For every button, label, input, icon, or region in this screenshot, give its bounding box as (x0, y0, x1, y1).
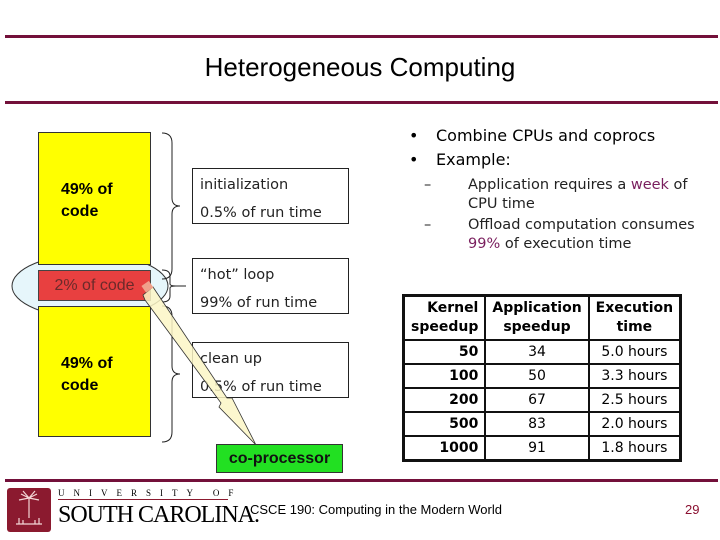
table-row: 500 83 2.0 hours (402, 411, 682, 437)
university-palmetto-logo-icon (7, 488, 51, 532)
highlight-99-percent: 99% (468, 236, 501, 252)
bullet-item: Example: (409, 148, 655, 172)
highlight-week: week (630, 177, 669, 193)
logo-divider (58, 499, 228, 500)
table-header-row: Kernel speedup Application speedup Executi… (402, 294, 682, 341)
bullet-item: Combine CPUs and coprocs (409, 124, 655, 148)
bullet-list: Combine CPUs and coprocs Example: (409, 124, 655, 172)
sub-bullet-item: – Application requires a week of CPU time (424, 177, 688, 212)
sub-bullet-list: – Application requires a week of CPU time… (424, 176, 714, 256)
dash-marker: – (424, 177, 432, 193)
offload-arrow-icon (142, 286, 257, 446)
university-name-line2: SOUTH CAROLINA. (58, 502, 260, 528)
footer-rule (5, 479, 718, 482)
coprocessor-box: co-processor (216, 444, 343, 473)
sub-bullet-item: – Offload computation consumes 99% of exe… (424, 217, 695, 252)
dash-marker: – (424, 217, 432, 233)
table-row: 100 50 3.3 hours (402, 363, 682, 389)
table-row: 1000 91 1.8 hours (402, 435, 682, 462)
university-name-line1: UNIVERSITY OF (58, 488, 243, 498)
speedup-table: Kernel speedup Application speedup Executi… (402, 294, 683, 462)
footer-course-title: CSCE 190: Computing in the Modern World (250, 502, 502, 517)
header-execution-time: Execution time (587, 294, 682, 341)
table-row: 200 67 2.5 hours (402, 387, 682, 413)
table-row: 50 34 5.0 hours (402, 339, 682, 365)
page-number: 29 (685, 502, 700, 517)
header-application-speedup: Application speedup (484, 294, 590, 341)
header-kernel-speedup: Kernel speedup (402, 294, 487, 341)
